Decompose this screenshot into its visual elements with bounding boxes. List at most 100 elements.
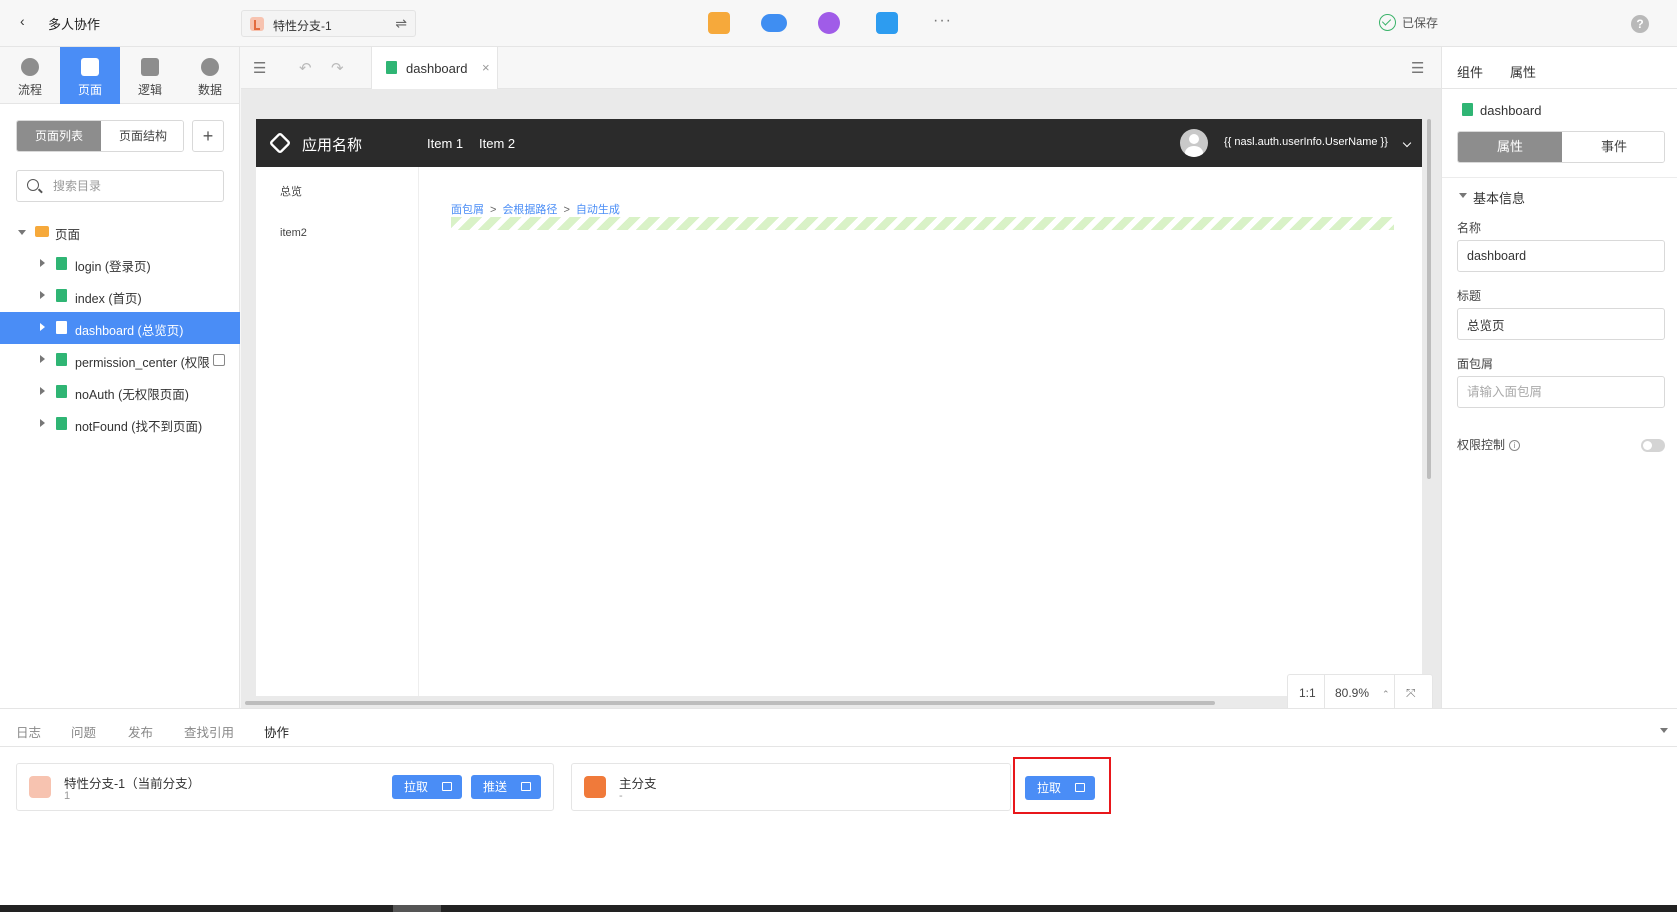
vertical-scrollbar[interactable] [1427,119,1431,479]
logic-icon [141,58,159,76]
nav-logic-label: 逻辑 [137,83,162,97]
info-icon[interactable]: i [1509,440,1521,452]
page-structure-tab[interactable]: 页面结构 [101,121,183,151]
switch-branch-icon[interactable]: ⇌ [395,15,407,32]
title-field[interactable] [1457,308,1665,340]
left-nav: 流程 页面 逻辑 数据 [0,47,240,104]
zoom-caret-icon[interactable]: ⌃ [1382,689,1390,700]
branch-icon [29,776,51,798]
tree-item-noauth[interactable]: noAuth (无权限页面) [0,376,240,408]
app-nav-item-2[interactable]: Item 2 [479,136,515,151]
permission-toggle[interactable] [1641,439,1665,452]
tree-item-permission-center[interactable]: permission_center (权限 [0,344,240,376]
expand-arrow-icon[interactable] [40,323,45,331]
zoom-actual-size-button[interactable]: 1:1 [1299,686,1316,700]
pull-button[interactable]: 拉取 [392,775,462,799]
tree-root[interactable]: 页面 [0,216,240,248]
expand-arrow-icon[interactable] [40,291,45,299]
run-icon[interactable] [708,12,730,34]
collapse-left-icon[interactable]: ☰ [253,59,266,77]
nav-flow[interactable]: 流程 [0,47,60,104]
name-field[interactable] [1457,240,1665,272]
tab-properties[interactable]: 属性 [1510,62,1536,81]
tree-item-label: notFound (找不到页面) [75,420,203,434]
pull-icon [442,782,452,791]
breadcrumb-separator: > [490,204,497,216]
expand-arrow-icon[interactable] [40,259,45,267]
app-nav-item-1[interactable]: Item 1 [427,136,463,151]
add-page-button[interactable]: + [192,120,224,152]
app-preview: 应用名称 Item 1 Item 2 {{ nasl.auth.userInfo… [256,119,1433,712]
tab-publish[interactable]: 发布 [128,722,153,741]
expand-right-icon[interactable]: ☰ [1411,59,1424,77]
collapse-arrow-icon[interactable] [1459,193,1467,198]
expand-arrow-icon[interactable] [40,419,45,427]
page-list-tab[interactable]: 页面列表 [17,121,101,151]
publish-icon[interactable] [818,12,840,34]
help-icon[interactable]: ? [1631,15,1649,33]
saved-status: 已保存 [1402,16,1439,30]
tab-find-references[interactable]: 查找引用 [184,722,234,741]
tab-issues[interactable]: 问题 [71,722,96,741]
chevron-down-icon[interactable] [1660,728,1668,733]
horizontal-scrollbar[interactable] [245,701,1215,705]
tree-item-index[interactable]: index (首页) [0,280,240,312]
tab-collaboration[interactable]: 协作 [264,722,289,741]
tab-attributes[interactable]: 属性 [1458,132,1562,162]
tab-label: dashboard [406,61,468,76]
breadcrumb-item[interactable]: 自动生成 [576,204,620,216]
push-button[interactable]: 推送 [471,775,541,799]
search-input[interactable] [53,171,213,201]
tree-item-notfound[interactable]: notFound (找不到页面) [0,408,240,440]
avatar[interactable] [1180,129,1208,157]
nav-data[interactable]: 数据 [180,47,240,104]
app-side-item-overview[interactable]: 总览 [280,183,302,199]
tab-dashboard[interactable]: dashboard × [371,47,498,89]
tab-log[interactable]: 日志 [16,722,41,741]
undo-icon[interactable]: ↶ [299,59,312,77]
tree-item-dashboard[interactable]: dashboard (总览页) [0,312,240,344]
close-icon[interactable]: × [482,60,490,75]
selected-component-name: dashboard [1480,103,1542,118]
redo-icon[interactable]: ↷ [331,59,344,77]
tree-item-label: index (首页) [75,292,142,306]
drop-zone-placeholder[interactable] [451,217,1394,230]
more-icon[interactable]: ··· [933,12,952,30]
design-canvas[interactable]: 应用名称 Item 1 Item 2 {{ nasl.auth.userInfo… [241,89,1441,712]
zoom-value[interactable]: 80.9% [1335,686,1369,700]
page-file-icon [386,61,397,74]
page-file-icon [56,257,67,270]
permission-label: 权限控制 i [1457,436,1521,453]
sync-icon[interactable] [876,12,898,34]
back-icon[interactable]: ‹ [20,13,25,29]
breadcrumb-item[interactable]: 会根据路径 [502,204,557,216]
expand-arrow-icon[interactable] [40,387,45,395]
breadcrumb-field[interactable] [1457,376,1665,408]
expand-arrow-icon[interactable] [40,355,45,363]
section-basic-info[interactable]: 基本信息 [1473,188,1525,207]
footer-bar [0,905,1677,912]
nav-page[interactable]: 页面 [60,47,120,104]
top-bar: ‹ 多人协作 特性分支-1 ⇌ ··· 已保存 ? [0,0,1677,47]
branch-label: 特性分支-1 [273,19,332,33]
app-logo-icon [268,131,292,155]
chevron-down-icon[interactable] [1402,138,1412,148]
tree-item-label: permission_center (权限 [75,356,210,370]
app-side-item-2[interactable]: item2 [280,227,307,239]
user-name[interactable]: {{ nasl.auth.userInfo.UserName }} [1224,136,1388,148]
branch-selector[interactable]: 特性分支-1 ⇌ [241,10,416,37]
nav-logic[interactable]: 逻辑 [120,47,180,104]
fit-screen-icon[interactable]: ⤧ [1406,686,1416,701]
footer-scroll-thumb[interactable] [393,905,441,912]
title-label: 标题 [1457,289,1482,303]
tab-events[interactable]: 事件 [1562,132,1664,162]
folder-icon [35,226,49,237]
cloud-icon[interactable] [761,14,787,32]
nav-flow-label: 流程 [17,83,42,97]
collapse-arrow-icon[interactable] [18,230,26,235]
main-branch-card: 主分支 - [571,763,1011,811]
breadcrumb-item[interactable]: 面包屑 [451,204,484,216]
name-label: 名称 [1457,221,1482,235]
tree-item-login[interactable]: login (登录页) [0,248,240,280]
tab-components[interactable]: 组件 [1457,62,1483,81]
